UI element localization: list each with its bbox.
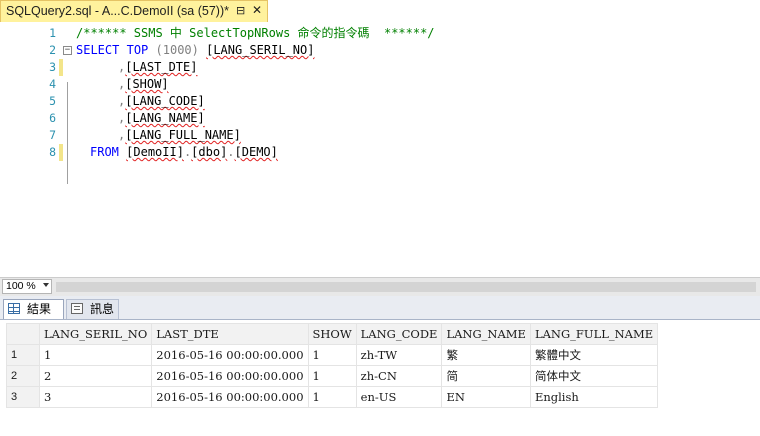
row-number[interactable]: 3 [6, 386, 40, 408]
zoom-dropdown[interactable]: 100 % [2, 279, 52, 294]
column-header[interactable]: LANG_FULL_NAME [529, 323, 659, 345]
code-text: SELECT TOP (1000) [LANG_SERIL_NO] [76, 42, 314, 59]
grid-cell[interactable]: 简 [441, 365, 531, 387]
code-line: 4 ,[SHOW] [0, 76, 760, 93]
grid-header-row: LANG_SERIL_NO LAST_DTE SHOW LANG_CODE LA… [6, 323, 659, 345]
table-name: [DEMO] [234, 145, 278, 159]
result-tab-strip: 結果 訊息 [0, 296, 760, 320]
dot: . [227, 145, 235, 159]
grid-cell[interactable]: 繁體中文 [529, 344, 659, 366]
row-number[interactable]: 1 [6, 344, 40, 366]
table-row: 1 1 2016-05-16 00:00:00.000 1 zh-TW 繁 繁體… [6, 344, 659, 366]
line-number: 7 [49, 128, 56, 142]
code-line: 5 ,[LANG_CODE] [0, 93, 760, 110]
column-header[interactable]: LANG_NAME [441, 323, 531, 345]
code-text: ,[LANG_CODE] [118, 93, 205, 110]
grid-cell[interactable]: 2016-05-16 00:00:00.000 [151, 344, 309, 366]
tab-results-label: 結果 [27, 302, 52, 316]
document-tab-strip: SQLQuery2.sql - A...C.DemoII (sa (57))* … [0, 0, 760, 25]
tab-messages[interactable]: 訊息 [66, 299, 119, 319]
line-number: 5 [49, 94, 56, 108]
code-text: ,[LAST_DTE] [118, 59, 197, 76]
tab-messages-label: 訊息 [90, 302, 115, 316]
grid-cell[interactable]: en-US [355, 386, 443, 408]
horizontal-scrollbar[interactable] [56, 282, 756, 292]
code-line: 3 ,[LAST_DTE] [0, 59, 760, 76]
row-number[interactable]: 2 [6, 365, 40, 387]
column-header[interactable]: LAST_DTE [151, 323, 309, 345]
keyword-from: FROM [90, 145, 119, 159]
column-name: [LANG_SERIL_NO] [206, 43, 315, 57]
line-number: 1 [49, 26, 56, 40]
grid-cell[interactable]: 2016-05-16 00:00:00.000 [151, 365, 309, 387]
chevron-down-icon [43, 283, 49, 287]
grid-cell[interactable]: English [529, 386, 659, 408]
results-pane: LANG_SERIL_NO LAST_DTE SHOW LANG_CODE LA… [0, 320, 760, 436]
grid-cell[interactable]: 繁 [441, 344, 531, 366]
line-number: 2 [49, 43, 56, 57]
grid-cell[interactable]: zh-CN [355, 365, 443, 387]
zoom-value: 100 % [6, 280, 36, 292]
grid-corner[interactable] [6, 323, 40, 345]
close-icon[interactable]: ✕ [252, 3, 262, 17]
code-text: ,[LANG_NAME] [118, 110, 205, 127]
tab-results[interactable]: 結果 [3, 299, 64, 319]
code-line: 8 FROM [DemoII].[dbo].[DEMO] [0, 144, 760, 161]
line-number: 8 [49, 145, 56, 159]
grid-cell[interactable]: 3 [38, 386, 153, 408]
column-name: [LANG_FULL_NAME] [125, 128, 241, 142]
grid-cell[interactable]: 简体中文 [529, 365, 659, 387]
code-comment: /****** SSMS 中 SelectTopNRows 命令的指令碼 ***… [76, 26, 435, 40]
zoom-bar: 100 % [0, 277, 760, 296]
column-name: [LAST_DTE] [125, 60, 198, 74]
line-number: 6 [49, 111, 56, 125]
keyword-select: SELECT [76, 43, 120, 57]
collapse-icon[interactable]: − [63, 46, 72, 55]
query-editor[interactable]: 1 /****** SSMS 中 SelectTopNRows 命令的指令碼 *… [0, 24, 760, 277]
code-line: 7 ,[LANG_FULL_NAME] [0, 127, 760, 144]
table-schema: [dbo] [191, 145, 228, 159]
keyword-top: TOP [126, 43, 149, 57]
code-line: 2 − SELECT TOP (1000) [LANG_SERIL_NO] [0, 42, 760, 59]
column-name: [SHOW] [125, 77, 169, 91]
grid-cell[interactable]: 2016-05-16 00:00:00.000 [151, 386, 309, 408]
query-document-tab[interactable]: SQLQuery2.sql - A...C.DemoII (sa (57))* … [0, 0, 268, 22]
pin-icon[interactable]: ⊟ [236, 4, 245, 17]
grid-cell[interactable]: 1 [307, 365, 357, 387]
grid-cell[interactable]: 2 [38, 365, 153, 387]
column-header[interactable]: LANG_CODE [355, 323, 443, 345]
table-db: [DemoII] [126, 145, 184, 159]
change-marker [59, 144, 63, 161]
grid-cell[interactable]: 1 [38, 344, 153, 366]
code-text: ,[LANG_FULL_NAME] [118, 127, 241, 144]
column-header[interactable]: LANG_SERIL_NO [38, 323, 153, 345]
table-row: 3 3 2016-05-16 00:00:00.000 1 en-US EN E… [6, 386, 659, 408]
grid-icon [8, 303, 20, 314]
top-count: (1000) [155, 43, 199, 57]
grid-cell[interactable]: EN [441, 386, 531, 408]
column-name: [LANG_NAME] [125, 111, 205, 125]
change-marker [59, 59, 63, 76]
grid-cell[interactable]: zh-TW [355, 344, 443, 366]
grid-cell[interactable]: 1 [307, 386, 357, 408]
line-number: 3 [49, 60, 56, 74]
line-number: 4 [49, 77, 56, 91]
code-text: FROM [DemoII].[dbo].[DEMO] [90, 144, 278, 161]
message-icon [71, 303, 83, 314]
results-grid[interactable]: LANG_SERIL_NO LAST_DTE SHOW LANG_CODE LA… [6, 323, 659, 408]
code-text: ,[SHOW] [118, 76, 169, 93]
code-line: 6 ,[LANG_NAME] [0, 110, 760, 127]
table-row: 2 2 2016-05-16 00:00:00.000 1 zh-CN 简 简体… [6, 365, 659, 387]
query-tab-title: SQLQuery2.sql - A...C.DemoII (sa (57))* [6, 4, 229, 18]
column-header[interactable]: SHOW [307, 323, 357, 345]
column-name: [LANG_CODE] [125, 94, 205, 108]
code-line: 1 /****** SSMS 中 SelectTopNRows 命令的指令碼 *… [0, 25, 760, 42]
grid-cell[interactable]: 1 [307, 344, 357, 366]
